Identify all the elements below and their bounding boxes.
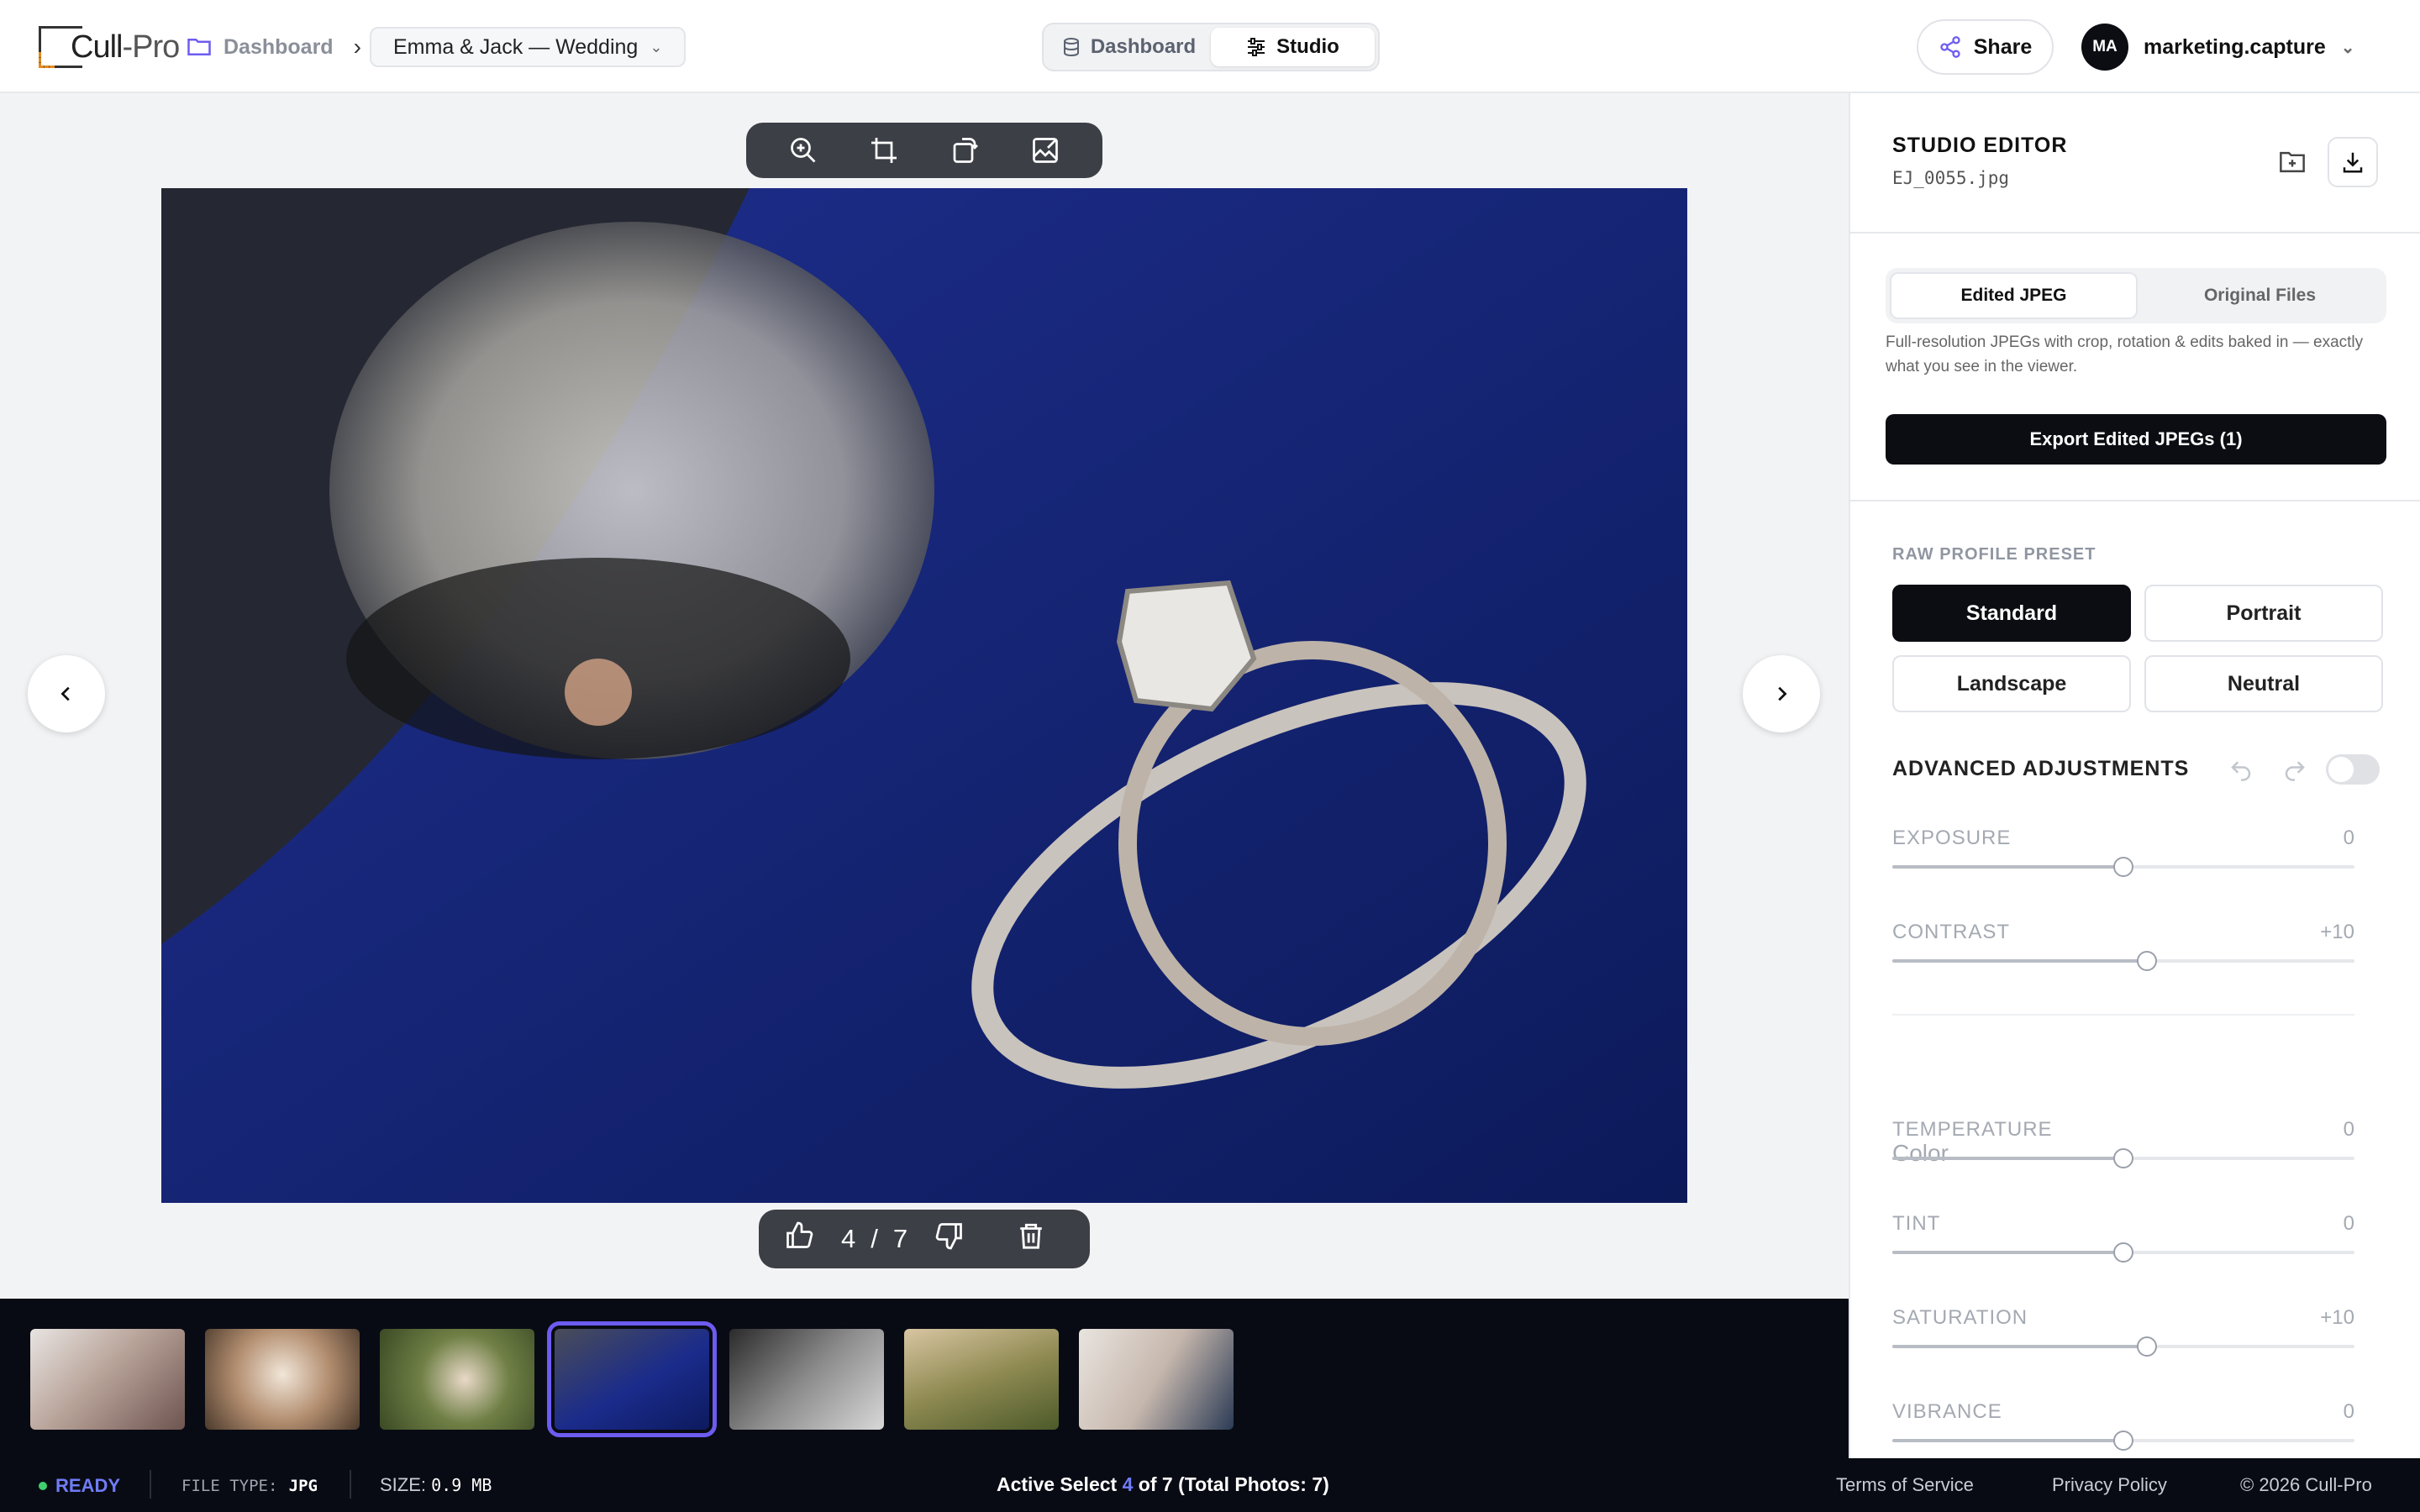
logo-mark [39,26,82,68]
file-type: FILE TYPE: JPG [182,1477,318,1495]
thumbnail[interactable] [904,1329,1059,1430]
temperature-slider[interactable]: TEMPERATURE 0 [1892,1118,2354,1168]
divider [350,1470,351,1499]
trash-icon[interactable] [1017,1221,1045,1257]
next-photo-button[interactable] [1743,655,1820,732]
panel-title: STUDIO EDITOR [1892,134,2068,157]
tab-studio[interactable]: Studio [1211,28,1375,66]
tab-original-files[interactable]: Original Files [2138,272,2382,319]
preset-standard[interactable]: Standard [1892,585,2131,642]
preset-portrait[interactable]: Portrait [2144,585,2383,642]
privacy-link[interactable]: Privacy Policy [2052,1474,2167,1496]
export-button[interactable]: Export Edited JPEGs (1) [1886,414,2386,465]
crop-icon[interactable] [867,134,901,167]
slider-handle[interactable] [2113,1431,2133,1451]
share-icon [1940,36,1960,58]
counter-total: 7 [892,1224,908,1253]
chevron-right-icon: › [353,34,361,60]
avatar: MA [2081,24,2128,71]
previous-photo-button[interactable] [28,655,105,732]
slider-handle[interactable] [2113,1148,2133,1168]
thumbnail[interactable] [205,1329,360,1430]
file-size: SIZE: 0.9 MB [380,1474,492,1495]
advanced-adjustments-label: ADVANCED ADJUSTMENTS [1892,757,2190,780]
breadcrumb: Dashboard › [187,29,370,66]
project-name: Emma & Jack — Wedding [393,34,639,59]
redo-icon[interactable] [2282,757,2307,786]
slider-handle[interactable] [2136,951,2157,971]
chevron-right-icon [1778,686,1787,701]
tab-dashboard[interactable]: Dashboard [1047,28,1211,66]
share-button[interactable]: Share [1917,19,2054,75]
slider-handle[interactable] [2136,1336,2157,1357]
thumbs-up-icon[interactable] [784,1221,814,1257]
account-menu[interactable]: MA marketing.capture ⌄ [2081,23,2355,71]
slider-handle[interactable] [2113,857,2133,877]
terms-link[interactable]: Terms of Service [1836,1474,1974,1496]
export-format-tabs: Edited JPEG Original Files [1886,268,2386,323]
status-bar: READY FILE TYPE: JPG SIZE: 0.9 MB Active… [0,1458,2420,1512]
thumbs-down-icon[interactable] [934,1221,965,1257]
vibrance-slider[interactable]: VIBRANCE 0 [1892,1400,2354,1451]
file-name: EJ_0055.jpg [1892,168,2010,188]
exposure-slider[interactable]: EXPOSURE 0 [1892,827,2354,877]
folder-icon [187,39,211,55]
color-section-label: Color [1892,1140,1949,1166]
divider [1850,232,2420,234]
zoom-in-icon[interactable] [786,134,820,167]
download-button[interactable] [2328,137,2378,187]
top-header: Cull -Pro Dashboard › Emma & Jack — Weddi… [0,0,2420,93]
export-description: Full-resolution JPEGs with crop, rotatio… [1886,333,2364,375]
viewer-toolbar [746,123,1102,178]
contrast-slider[interactable]: CONTRAST +10 [1892,921,2354,971]
thumbnail-selected[interactable] [547,1321,717,1437]
thumbnail[interactable] [380,1329,534,1430]
chevron-down-icon: ⌄ [2340,38,2355,57]
panel-header: STUDIO EDITOR EJ_0055.jpg [1892,134,2067,188]
download-icon [2343,152,2363,173]
thumbnail[interactable] [729,1329,884,1430]
folder-plus-icon [2280,151,2305,173]
main-photo [161,188,1687,1203]
photo-counter-bar: 4 / 7 [759,1210,1090,1268]
rotate-icon[interactable] [948,134,981,167]
account-name: marketing.capture [2144,34,2326,59]
thumbnail[interactable] [1079,1329,1234,1430]
active-select: Active Select 4 of 7 (Total Photos: 7) [997,1473,1329,1495]
preset-landscape[interactable]: Landscape [1892,655,2131,712]
mode-switch: Dashboard Studio [1042,23,1380,71]
counter-current: 4 [841,1224,856,1253]
ready-status: READY [39,1475,120,1497]
divider [150,1470,151,1499]
project-selector[interactable]: Emma & Jack — Wedding ⌄ [370,27,687,67]
tint-slider[interactable]: TINT 0 [1892,1212,2354,1263]
sliders-icon [1248,38,1265,56]
chevron-down-icon: ⌄ [650,38,663,55]
counter-separator: / [871,1224,878,1253]
advanced-toggle[interactable] [2326,754,2380,785]
undo-icon[interactable] [2228,757,2254,786]
database-icon [1063,38,1079,57]
studio-editor-panel: STUDIO EDITOR EJ_0055.jpg Edited JPEG Or… [1849,93,2420,1458]
thumbnail[interactable] [30,1329,185,1430]
save-to-folder-button[interactable] [2267,137,2317,187]
chevron-left-icon [60,686,70,701]
divider [1850,500,2420,501]
status-dot [39,1482,47,1490]
image-edit-icon[interactable] [1028,134,1062,167]
preset-neutral[interactable]: Neutral [2144,655,2383,712]
slider-handle[interactable] [2113,1242,2133,1263]
tab-edited-jpeg[interactable]: Edited JPEG [1890,272,2138,319]
copyright: © 2026 Cull-Pro [2240,1474,2372,1495]
saturation-slider[interactable]: SATURATION +10 [1892,1306,2354,1357]
app-logo[interactable]: Cull -Pro [39,24,180,71]
rings-image [161,188,1687,1203]
divider [1892,1014,2354,1016]
breadcrumb-dashboard-link[interactable]: Dashboard [224,35,334,60]
preset-label: RAW PROFILE PRESET [1892,545,2096,564]
